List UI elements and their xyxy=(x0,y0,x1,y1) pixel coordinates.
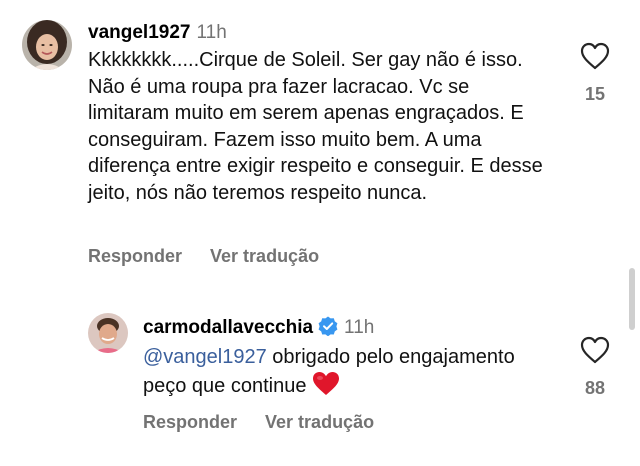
comment-actions: Responder Ver tradução xyxy=(88,246,347,267)
comment-time: 11h xyxy=(196,22,227,43)
mention-link[interactable]: @vangel1927 xyxy=(143,346,267,368)
reply-button[interactable]: Responder xyxy=(88,246,182,266)
red-heart-emoji xyxy=(312,371,340,397)
translate-button[interactable]: Ver tradução xyxy=(210,246,319,266)
verified-badge-icon xyxy=(318,316,338,337)
comment-actions: Responder Ver tradução xyxy=(143,412,402,433)
like-count[interactable]: 15 xyxy=(575,84,615,105)
avatar[interactable] xyxy=(22,20,72,70)
comment-text: Kkkkkkkk.....Cirque de Soleil. Ser gay n… xyxy=(88,47,543,206)
translate-button[interactable]: Ver tradução xyxy=(265,412,374,432)
like-control: 15 xyxy=(575,42,615,105)
heart-outline-icon[interactable] xyxy=(575,42,615,70)
reply-button[interactable]: Responder xyxy=(143,412,237,432)
like-count[interactable]: 88 xyxy=(575,378,615,399)
comment-username[interactable]: vangel1927 11h xyxy=(88,22,227,44)
heart-outline-icon[interactable] xyxy=(575,336,615,364)
username-text[interactable]: vangel1927 xyxy=(88,22,190,43)
scrollbar-thumb[interactable] xyxy=(629,268,635,330)
like-control: 88 xyxy=(575,336,615,399)
avatar[interactable] xyxy=(88,313,128,353)
comment-body: Kkkkkkkk.....Cirque de Soleil. Ser gay n… xyxy=(88,49,543,204)
comment-time: 11h xyxy=(344,317,375,338)
username-text[interactable]: carmodallavecchia xyxy=(143,317,313,338)
comment-username[interactable]: carmodallavecchia 11h xyxy=(143,316,374,339)
comment-text: @vangel1927 obrigado pelo engajamento pe… xyxy=(143,344,533,399)
